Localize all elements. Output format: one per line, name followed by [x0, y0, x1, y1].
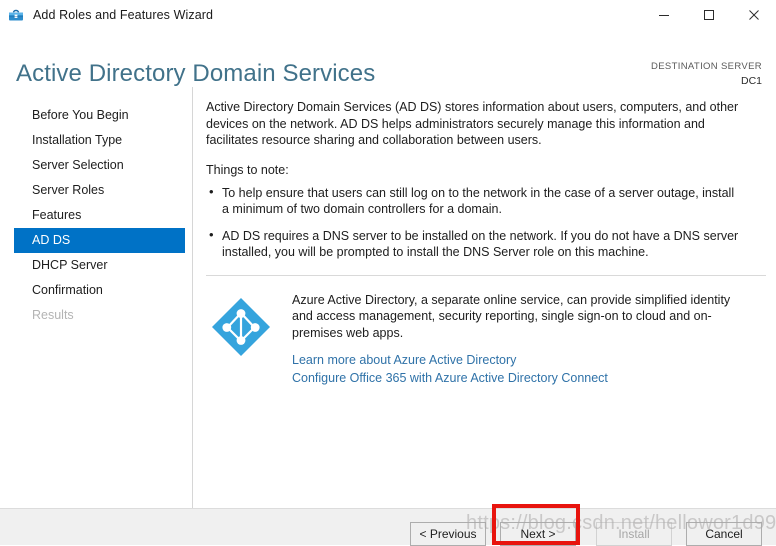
wizard-footer: < Previous Next > Install Cancel	[0, 508, 776, 546]
minimize-button[interactable]	[641, 0, 686, 29]
wizard-content-pane: Active Directory Domain Services (AD DS)…	[194, 87, 776, 508]
destination-server-block: DESTINATION SERVER DC1	[651, 60, 762, 88]
maximize-icon	[703, 9, 714, 20]
learn-more-azure-ad-link[interactable]: Learn more about Azure Active Directory	[292, 351, 752, 369]
sidebar-item-installation-type[interactable]: Installation Type	[14, 128, 185, 153]
close-button[interactable]	[731, 0, 776, 29]
minimize-icon	[658, 14, 669, 16]
azure-active-directory-icon	[210, 296, 272, 358]
wizard-step-nav: Before You Begin Installation Type Serve…	[0, 87, 193, 508]
sidebar-item-server-selection[interactable]: Server Selection	[14, 153, 185, 178]
section-divider	[206, 274, 766, 276]
intro-paragraph: Active Directory Domain Services (AD DS)…	[206, 100, 739, 147]
things-to-note-label: Things to note:	[206, 162, 289, 177]
sidebar-item-dhcp-server[interactable]: DHCP Server	[14, 253, 185, 278]
destination-server-value: DC1	[740, 75, 762, 87]
install-button: Install	[596, 522, 672, 546]
sidebar-item-confirmation[interactable]: Confirmation	[14, 278, 185, 303]
next-button[interactable]: Next >	[500, 522, 576, 546]
wizard-toolbox-icon	[8, 7, 24, 23]
azure-ad-paragraph: Azure Active Directory, a separate onlin…	[292, 292, 731, 340]
window-title: Add Roles and Features Wizard	[33, 7, 214, 22]
sidebar-item-before-you-begin[interactable]: Before You Begin	[14, 103, 185, 128]
previous-button[interactable]: < Previous	[410, 522, 486, 546]
sidebar-item-features[interactable]: Features	[14, 203, 185, 228]
sidebar-item-results: Results	[32, 308, 74, 322]
sidebar-item-server-roles[interactable]: Server Roles	[14, 178, 185, 203]
configure-office365-link[interactable]: Configure Office 365 with Azure Active D…	[292, 369, 752, 387]
azure-ad-section: Azure Active Directory, a separate onlin…	[206, 290, 758, 388]
window-controls	[641, 0, 776, 29]
sidebar-item-ad-ds[interactable]: AD DS	[14, 228, 185, 253]
cancel-button[interactable]: Cancel	[686, 522, 762, 546]
notes-list: To help ensure that users can still log …	[206, 184, 758, 261]
list-item: To help ensure that users can still log …	[206, 184, 742, 218]
azure-ad-text-block: Azure Active Directory, a separate onlin…	[292, 290, 752, 388]
close-icon	[748, 9, 759, 20]
wizard-body: Before You Begin Installation Type Serve…	[0, 87, 776, 508]
maximize-button[interactable]	[686, 0, 731, 29]
destination-server-label: DESTINATION SERVER	[651, 61, 762, 72]
list-item: AD DS requires a DNS server to be instal…	[206, 227, 742, 261]
wizard-header: Active Directory Domain Services DESTINA…	[0, 30, 776, 88]
title-bar: Add Roles and Features Wizard	[0, 0, 776, 30]
page-title: Active Directory Domain Services	[16, 60, 376, 87]
